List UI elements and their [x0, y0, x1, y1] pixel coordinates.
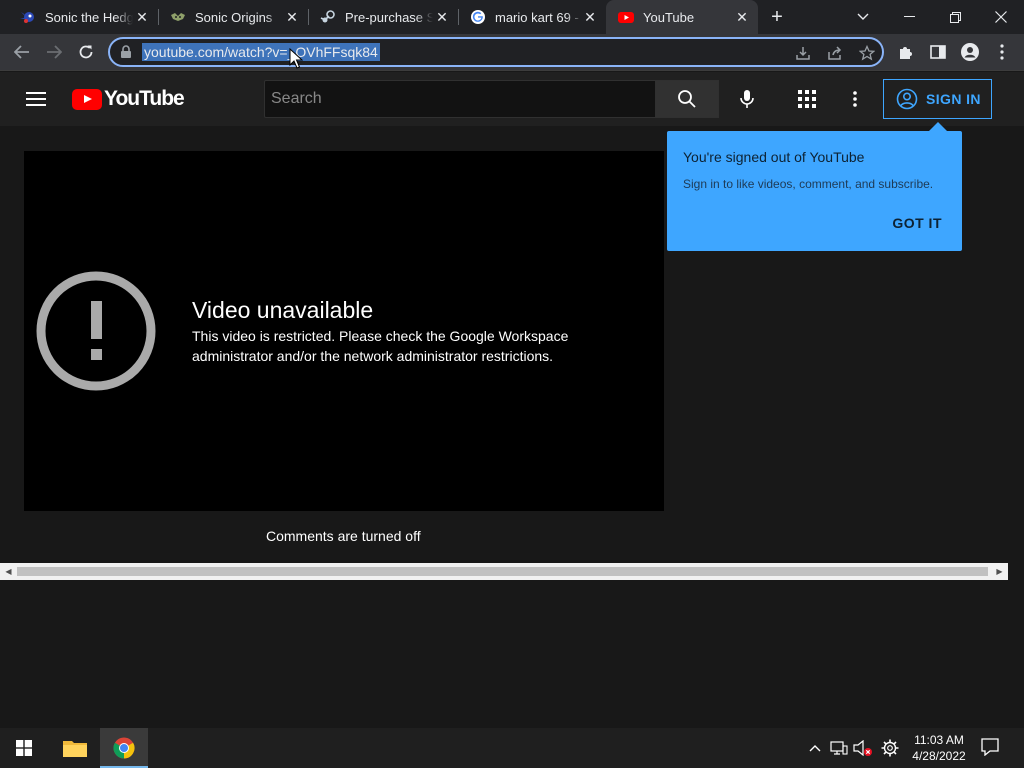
scroll-right-arrow-icon[interactable]: ▶ [991, 563, 1008, 580]
exclamation-icon [36, 271, 156, 391]
screen: Sonic the Hedgehog ✕ Sonic Origins ✕ Pre… [0, 0, 1024, 768]
search-input[interactable]: Search [264, 80, 656, 118]
tab-title: mario kart 69 - Google [495, 9, 583, 25]
close-tab-icon[interactable]: ✕ [734, 9, 750, 25]
tab-sonic-origins[interactable]: Sonic Origins ✕ [158, 0, 308, 34]
google-favicon-icon [470, 9, 486, 25]
scroll-left-arrow-icon[interactable]: ◀ [0, 563, 17, 580]
browser-menu-icon[interactable] [988, 38, 1016, 66]
video-player[interactable]: Video unavailable This video is restrict… [24, 151, 664, 511]
close-window-button[interactable] [978, 0, 1024, 34]
search-button[interactable] [655, 80, 719, 118]
horizontal-scrollbar[interactable]: ◀ ▶ [0, 563, 1008, 580]
youtube-logo-text: YouTube [104, 87, 185, 110]
lock-icon[interactable] [120, 45, 134, 59]
back-button[interactable] [8, 38, 36, 66]
steam-favicon-icon [320, 9, 336, 25]
volume-muted-icon[interactable] [853, 738, 873, 758]
address-bar[interactable]: youtube.com/watch?v=_OVhFFsqk84 [108, 37, 884, 67]
tab-mario-kart-google[interactable]: mario kart 69 - Google ✕ [458, 0, 606, 34]
tab-title: Sonic Origins [195, 9, 273, 25]
action-center-notification-icon[interactable] [980, 738, 1002, 758]
got-it-button[interactable]: GOT IT [892, 215, 942, 231]
windows-logo-icon [16, 740, 32, 756]
sign-in-button[interactable]: SIGN IN [883, 79, 992, 119]
close-tab-icon[interactable]: ✕ [284, 9, 300, 25]
apps-grid-icon [798, 90, 816, 108]
youtube-apps-button[interactable] [793, 85, 821, 113]
sonic-favicon-icon [20, 9, 36, 25]
show-hidden-icons-chevron-icon[interactable] [805, 738, 825, 758]
youtube-play-icon [72, 88, 102, 110]
more-vertical-icon [853, 91, 857, 107]
minimize-window-button[interactable] [886, 0, 932, 34]
bookmark-star-icon[interactable] [858, 44, 876, 62]
share-icon[interactable] [826, 44, 844, 62]
side-panel-icon[interactable] [924, 38, 952, 66]
new-tab-button[interactable]: + [766, 6, 788, 28]
signed-out-tooltip: You're signed out of YouTube Sign in to … [667, 122, 962, 251]
close-tab-icon[interactable]: ✕ [134, 9, 150, 25]
extensions-puzzle-icon[interactable] [892, 38, 920, 66]
youtube-logo[interactable]: YouTube [72, 87, 185, 110]
network-icon[interactable] [829, 738, 849, 758]
comments-status: Comments are turned off [266, 528, 421, 544]
tab-search-chevron-icon[interactable] [840, 0, 886, 34]
folder-icon [63, 741, 87, 757]
tab-strip: Sonic the Hedgehog ✕ Sonic Origins ✕ Pre… [0, 0, 1024, 34]
tab-sonic-the-hedgehog[interactable]: Sonic the Hedgehog ✕ [8, 0, 158, 34]
forward-button[interactable] [40, 38, 68, 66]
chrome-icon [113, 737, 135, 759]
browser-toolbar: youtube.com/watch?v=_OVhFFsqk84 [0, 34, 1024, 71]
tab-youtube[interactable]: YouTube ✕ [606, 0, 758, 34]
install-app-icon[interactable] [794, 44, 812, 62]
youtube-favicon-icon [618, 9, 634, 25]
taskbar-clock[interactable]: 11:03 AM 4/28/2022 [904, 732, 974, 764]
start-button[interactable] [0, 728, 48, 768]
clock-date: 4/28/2022 [912, 749, 966, 763]
tooltip-body: Sign in to like videos, comment, and sub… [683, 177, 934, 191]
profile-avatar-icon[interactable] [956, 38, 984, 66]
url-text[interactable]: youtube.com/watch?v=_OVhFFsqk84 [142, 43, 380, 61]
settings-gear-icon[interactable] [880, 738, 900, 758]
restore-window-button[interactable] [932, 0, 978, 34]
windows-taskbar: 11:03 AM 4/28/2022 [0, 728, 1024, 768]
tooltip-title: You're signed out of YouTube [683, 149, 865, 165]
error-title: Video unavailable [192, 297, 374, 323]
close-tab-icon[interactable]: ✕ [434, 9, 450, 25]
tab-title: Sonic the Hedgehog [45, 9, 133, 25]
error-message: This video is restricted. Please check t… [192, 328, 569, 364]
hamburger-menu-icon[interactable] [26, 92, 46, 106]
settings-more-button[interactable] [841, 85, 869, 113]
tab-pre-purchase[interactable]: Pre-purchase Sonic ✕ [308, 0, 458, 34]
scrollbar-thumb[interactable] [17, 567, 988, 576]
tab-title: Pre-purchase Sonic [345, 9, 433, 25]
tab-title: YouTube [643, 9, 695, 25]
taskbar-file-explorer[interactable] [51, 728, 99, 768]
account-circle-icon [896, 88, 918, 110]
sign-in-label: SIGN IN [926, 91, 981, 107]
taskbar-chrome[interactable] [100, 728, 148, 768]
mouse-cursor-icon [289, 48, 303, 69]
clock-time: 11:03 AM [914, 733, 964, 747]
close-tab-icon[interactable]: ✕ [582, 9, 598, 25]
microphone-icon [740, 90, 754, 108]
search-icon [678, 90, 696, 108]
sonic-origins-favicon-icon [170, 9, 186, 25]
voice-search-button[interactable] [733, 85, 761, 113]
reload-button[interactable] [72, 38, 100, 66]
youtube-header: YouTube Search SIGN IN [0, 72, 1024, 126]
